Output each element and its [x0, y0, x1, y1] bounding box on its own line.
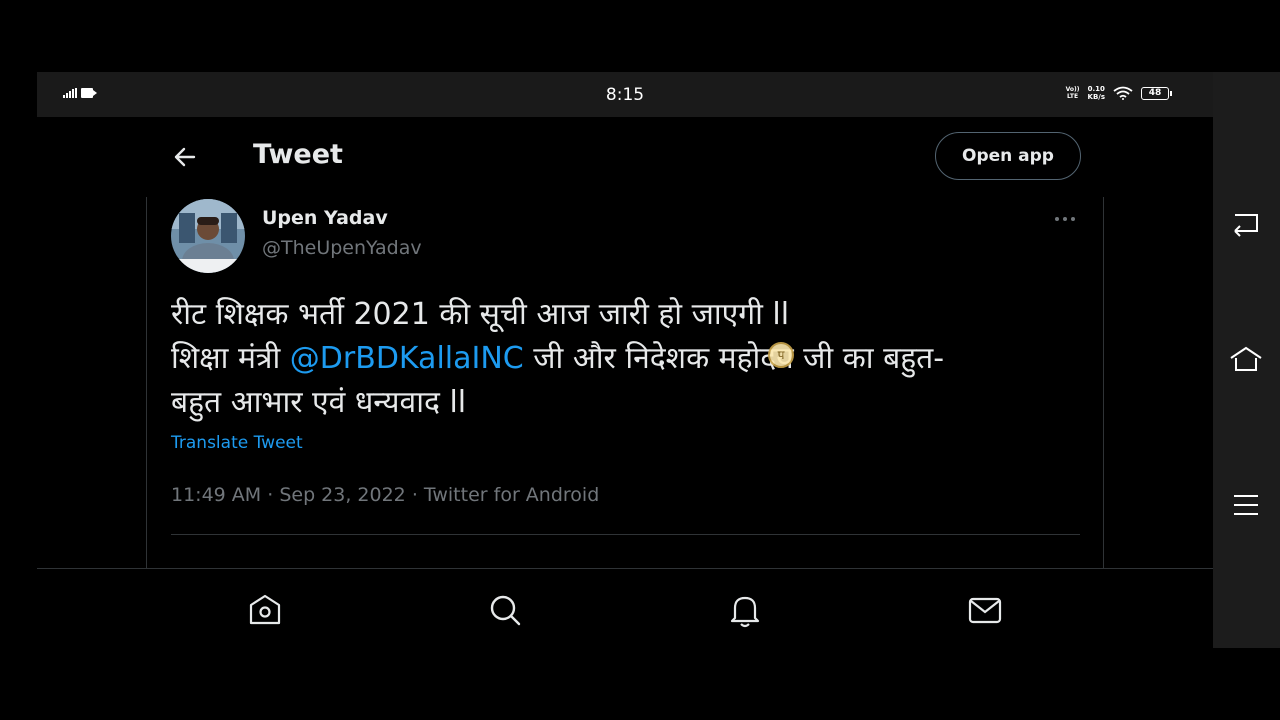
tweet-date: Sep 23, 2022	[279, 484, 406, 506]
network-speed-value: 0.10	[1087, 85, 1105, 93]
divider	[171, 534, 1080, 535]
touch-indicator: प	[768, 342, 794, 368]
mention-link[interactable]: @DrBDKallaINC	[290, 341, 524, 376]
menu-nav-icon[interactable]	[1229, 490, 1263, 520]
volte-top: Vo))	[1065, 86, 1080, 93]
tweet-text-line-2: शिक्षा मंत्री @DrBDKallaINC जी और निदेशक…	[171, 337, 1051, 381]
tweet-text-line-2-end: जी और निदेशक महोदय जी का बहुत-	[523, 341, 945, 376]
status-bar: 8:15 Vo)) LTE 0.10 KB/s 48	[37, 72, 1213, 117]
tweet-source[interactable]: Twitter for Android	[424, 484, 599, 506]
tweet-text: रीट शिक्षक भर्ती 2021 की सूची आज जारी हो…	[171, 293, 1051, 425]
status-time: 8:15	[605, 85, 645, 105]
system-nav-panel	[1213, 72, 1280, 648]
network-speed: 0.10 KB/s	[1088, 85, 1105, 101]
meta-separator: ·	[261, 484, 280, 506]
tweet-detail: Upen Yadav @TheUpenYadav रीट शिक्षक भर्त…	[146, 197, 1104, 569]
network-speed-unit: KB/s	[1087, 93, 1105, 101]
home-icon[interactable]	[246, 591, 284, 629]
bottom-nav-bar	[37, 568, 1213, 648]
tweet-text-line-2-start: शिक्षा मंत्री	[171, 341, 290, 376]
tweet-time: 11:49 AM	[171, 484, 262, 506]
more-dots-icon[interactable]	[1053, 209, 1077, 229]
messages-icon[interactable]	[966, 591, 1004, 629]
wifi-icon	[1113, 86, 1133, 100]
tweet-header: Tweet Open app	[37, 117, 1213, 197]
author-name[interactable]: Upen Yadav	[262, 207, 388, 229]
battery-icon: 48	[1141, 86, 1172, 100]
tweet-text-line-1: रीट शिक्षक भर्ती 2021 की सूची आज जारी हो…	[171, 297, 790, 332]
tweet-meta: 11:49 AM · Sep 23, 2022 · Twitter for An…	[171, 484, 599, 506]
search-icon[interactable]	[486, 591, 524, 629]
volte-bottom: LTE	[1067, 93, 1079, 100]
home-nav-icon[interactable]	[1229, 344, 1263, 374]
avatar[interactable]	[171, 199, 245, 273]
arrow-left-icon[interactable]	[171, 143, 199, 171]
back-nav-icon[interactable]	[1229, 209, 1263, 239]
status-right: Vo)) LTE 0.10 KB/s 48	[1066, 85, 1172, 101]
volte-indicator: Vo)) LTE	[1066, 86, 1080, 100]
translate-tweet-link[interactable]: Translate Tweet	[171, 433, 303, 453]
open-app-button[interactable]: Open app	[935, 132, 1081, 180]
author-handle[interactable]: @TheUpenYadav	[262, 237, 422, 259]
tweet-text-line-3: बहुत आभार एवं धन्यवाद ll	[171, 385, 467, 420]
meta-separator: ·	[405, 484, 424, 506]
page-title: Tweet	[253, 139, 343, 170]
notifications-icon[interactable]	[726, 591, 764, 629]
